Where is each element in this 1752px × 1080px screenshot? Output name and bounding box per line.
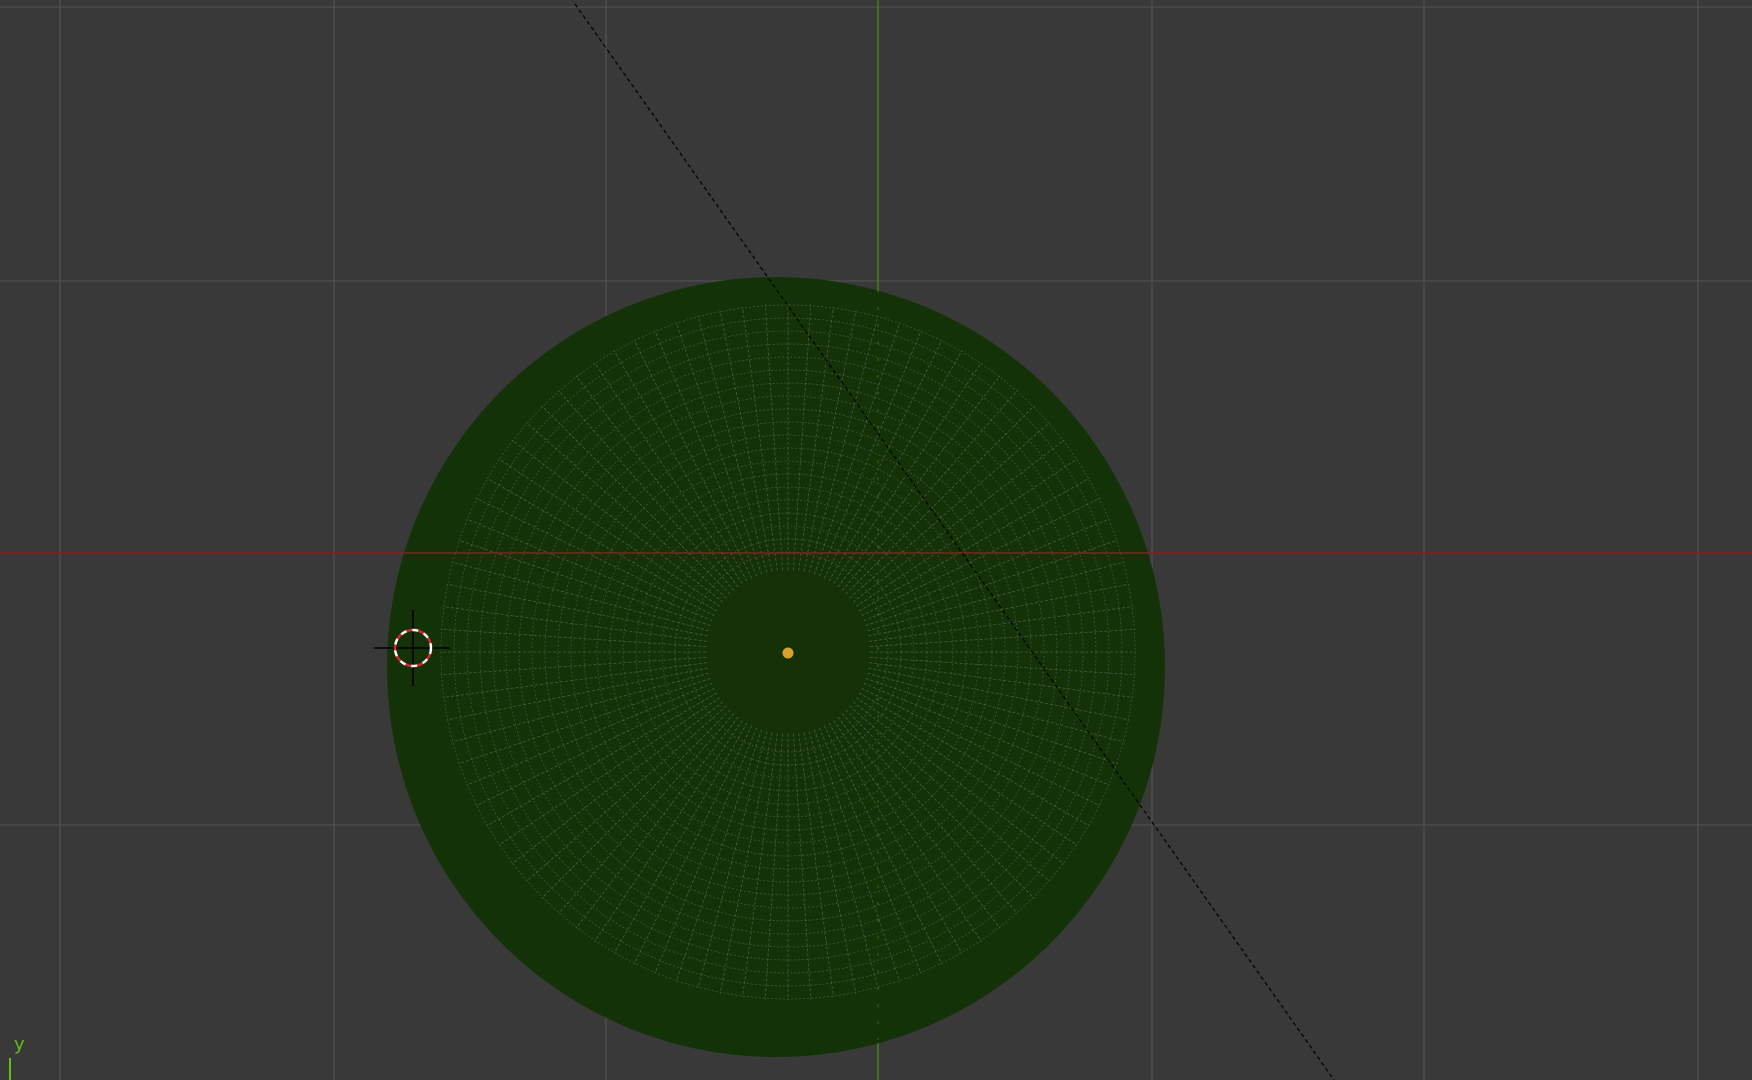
selected-mesh[interactable] xyxy=(387,277,1165,1057)
3d-viewport[interactable]: y xyxy=(0,0,1752,1080)
axis-indicator-label: y xyxy=(14,1034,25,1055)
viewport-canvas[interactable] xyxy=(0,0,1752,1080)
origin-dot-icon[interactable] xyxy=(782,647,794,659)
